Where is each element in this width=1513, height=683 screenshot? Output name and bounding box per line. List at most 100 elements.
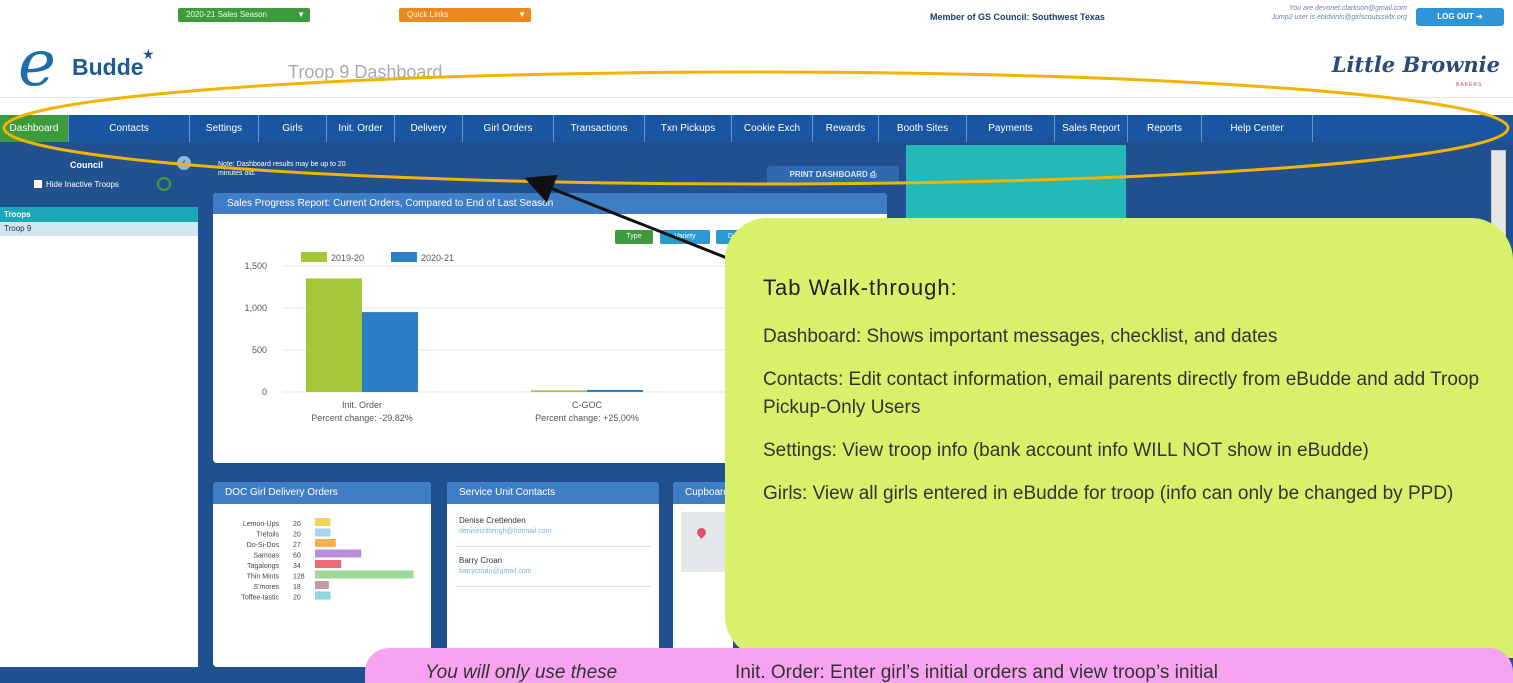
app-header: 2020-21 Sales Season ▼ Quick Links ▼ Mem… — [0, 0, 1513, 98]
tab-payments[interactable]: Payments — [967, 115, 1055, 142]
season-dropdown[interactable]: 2020-21 Sales Season ▼ — [178, 8, 310, 22]
callout-term: Dashboard: — [763, 326, 862, 347]
doc-delivery-card: DOC Girl Delivery Orders Lemon-Ups 20 Tref… — [213, 482, 431, 667]
logout-button[interactable]: LOG OUT ➜ — [1416, 8, 1504, 26]
quick-links-label: Quick Links — [407, 10, 449, 19]
callout-text: View troop info (bank account info WILL … — [836, 440, 1369, 461]
bar — [362, 312, 418, 392]
pink-callout-left: You will only use these — [425, 662, 618, 683]
tab-rewards[interactable]: Rewards — [813, 115, 879, 142]
legend-label: 2020-21 — [421, 253, 454, 263]
doc-category-label: Lemon-Ups — [243, 521, 280, 528]
doc-category-label: Trefoils — [256, 532, 279, 539]
contact-name: Denise Crettenden — [459, 516, 526, 525]
callout-term: Settings: — [763, 440, 837, 461]
tab-booth-sites[interactable]: Booth Sites — [879, 115, 967, 142]
doc-bar — [315, 539, 336, 547]
doc-value-label: 20 — [293, 532, 301, 539]
bar — [531, 390, 587, 392]
callout-item-girls: Girls: View all girls entered in eBudde … — [763, 480, 1503, 508]
doc-bar — [315, 560, 342, 568]
page-title: Troop 9 Dashboard — [288, 62, 443, 82]
y-tick-label: 1,500 — [244, 261, 267, 271]
y-tick-label: 500 — [252, 345, 267, 355]
arrow-right-icon: ➜ — [1475, 12, 1483, 21]
doc-value-label: 18 — [293, 584, 301, 591]
doc-value-label: 27 — [293, 542, 301, 549]
doc-bar — [315, 528, 331, 537]
doc-category-label: Tagalongs — [247, 563, 279, 570]
y-tick-label: 1,000 — [244, 303, 267, 313]
quick-links-dropdown[interactable]: Quick Links ▼ — [399, 8, 531, 22]
tab-sales-report[interactable]: Sales Report — [1055, 115, 1128, 142]
tab-walkthrough-callout: Tab Walk-through: Dashboard: Shows impor… — [725, 218, 1513, 658]
tab-help-center[interactable]: Help Center — [1202, 115, 1313, 142]
tab-txn-pickups[interactable]: Txn Pickups — [645, 115, 732, 142]
service-unit-card: Service Unit Contacts Denise Crettenden … — [447, 482, 659, 667]
doc-category-label: Thin Mints — [247, 574, 280, 581]
doc-value-label: 128 — [293, 574, 305, 581]
legend-swatch — [391, 252, 417, 262]
tab-contacts[interactable]: Contacts — [69, 115, 190, 142]
troop-list-item[interactable]: Troop 9 — [0, 222, 198, 236]
jump-user: Jump2 user is ebldvinis@girlscoutsswtx.o… — [1271, 14, 1408, 21]
brand-logo: Little Brownie — [1331, 52, 1500, 77]
doc-value-label: 34 — [293, 563, 301, 570]
callout-term: Girls: — [763, 483, 808, 504]
tab-girl-orders[interactable]: Girl Orders — [463, 115, 554, 142]
bar — [587, 389, 643, 392]
callout-title: Tab Walk-through: — [763, 275, 958, 300]
tab-girls[interactable]: Girls — [259, 115, 327, 142]
sales-progress-title: Sales Progress Report: Current Orders, C… — [213, 193, 887, 214]
contact-email-link[interactable]: denisecrittengh@hotmail.com — [459, 528, 551, 535]
logout-label: LOG OUT — [1437, 12, 1474, 21]
legend-swatch — [301, 252, 327, 262]
doc-bar — [315, 518, 331, 526]
contact-divider — [455, 586, 651, 587]
troops-header: Troops — [0, 207, 198, 222]
tab-init-order[interactable]: Init. Order — [327, 115, 395, 142]
bar — [306, 278, 362, 392]
tab-cookie-exch[interactable]: Cookie Exch — [732, 115, 813, 142]
x-tick-label: C-GOC — [572, 400, 602, 410]
collapse-sidebar-button[interactable]: ‹ — [177, 156, 191, 170]
chevron-down-icon: ▼ — [297, 10, 305, 19]
print-dashboard-button[interactable]: PRINT DASHBOARD ⎙ — [767, 166, 899, 183]
tab-delivery[interactable]: Delivery — [395, 115, 463, 142]
cupboard-card: Cupboard — [673, 482, 733, 667]
doc-category-label: S'mores — [254, 584, 280, 591]
pink-callout: You will only use these Init. Order: Ent… — [365, 648, 1513, 683]
user-info: You are devonet.clarkson@gmail.com Jump2… — [1187, 4, 1408, 22]
doc-bar — [315, 570, 414, 579]
contact-email-link[interactable]: barrycroan@gmail.com — [459, 568, 531, 575]
hide-inactive-label: Hide Inactive Troops — [46, 180, 119, 189]
doc-bar — [315, 591, 331, 600]
doc-value-label: 20 — [293, 521, 301, 528]
tab-settings[interactable]: Settings — [190, 115, 259, 142]
callout-term: Contacts: — [763, 369, 844, 390]
callout-text: Edit contact information, email parents … — [763, 369, 1480, 418]
doc-delivery-title: DOC Girl Delivery Orders — [213, 482, 431, 504]
doc-bar — [315, 581, 329, 589]
doc-delivery-chart: Lemon-Ups 20 Trefoils 20 Do-Si-Dos 27 Samoas 60… — [241, 518, 414, 602]
main-nav: Dashboard Contacts Settings Girls Init. Orde… — [0, 115, 1513, 142]
y-tick-label: 0 — [262, 387, 267, 397]
refresh-icon[interactable] — [157, 177, 171, 191]
doc-category-label: Toffee-tastic — [241, 595, 279, 602]
chevron-down-icon: ▼ — [518, 10, 526, 19]
legend-label: 2019-20 — [331, 253, 364, 263]
troop-list-panel: Troops Troop 9 — [0, 207, 198, 667]
service-unit-title: Service Unit Contacts — [447, 482, 659, 504]
x-tick-label: Init. Order — [342, 400, 382, 410]
cupboard-map[interactable] — [681, 512, 729, 572]
doc-value-label: 20 — [293, 595, 301, 602]
dashboard-note: Note: Dashboard results may be up to 20 … — [218, 161, 346, 177]
tab-dashboard[interactable]: Dashboard — [0, 115, 69, 142]
callout-item-contacts: Contacts: Edit contact information, emai… — [763, 366, 1503, 422]
tab-transactions[interactable]: Transactions — [554, 115, 645, 142]
doc-value-label: 60 — [293, 553, 301, 560]
hide-inactive-checkbox[interactable]: Hide Inactive Troops — [34, 180, 119, 189]
category-sublabel: Percent change: +25.00% — [535, 413, 639, 423]
callout-text: View all girls entered in eBudde for tro… — [807, 483, 1454, 504]
tab-reports[interactable]: Reports — [1128, 115, 1202, 142]
